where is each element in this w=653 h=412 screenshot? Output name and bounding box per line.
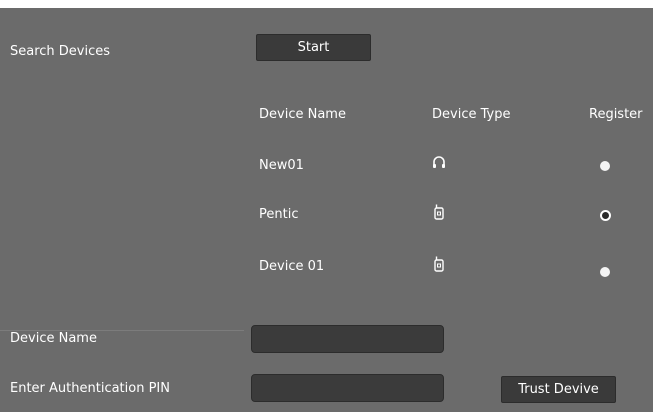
handset-icon xyxy=(434,256,444,272)
column-header-register: Register xyxy=(589,107,643,122)
column-header-device-type: Device Type xyxy=(432,107,511,122)
search-devices-label: Search Devices xyxy=(10,44,111,59)
column-header-device-name: Device Name xyxy=(259,107,346,122)
start-button[interactable]: Start xyxy=(256,34,371,61)
register-radio-selected[interactable] xyxy=(600,210,611,221)
handset-icon xyxy=(434,204,444,220)
headset-icon xyxy=(433,156,445,168)
device-name-cell: Device 01 xyxy=(259,259,325,274)
device-name-cell: New01 xyxy=(259,158,304,173)
bluetooth-settings-panel: Search Devices Start Device Name Device … xyxy=(0,8,653,412)
authentication-pin-input[interactable] xyxy=(251,374,444,402)
device-name-cell: Pentic xyxy=(259,207,299,222)
device-name-label: Device Name xyxy=(10,331,97,346)
register-radio[interactable] xyxy=(600,267,610,277)
device-name-input[interactable] xyxy=(251,325,444,353)
register-radio[interactable] xyxy=(600,161,610,171)
authentication-pin-label: Enter Authentication PIN xyxy=(10,381,170,396)
trust-device-button[interactable]: Trust Devive xyxy=(501,376,616,403)
